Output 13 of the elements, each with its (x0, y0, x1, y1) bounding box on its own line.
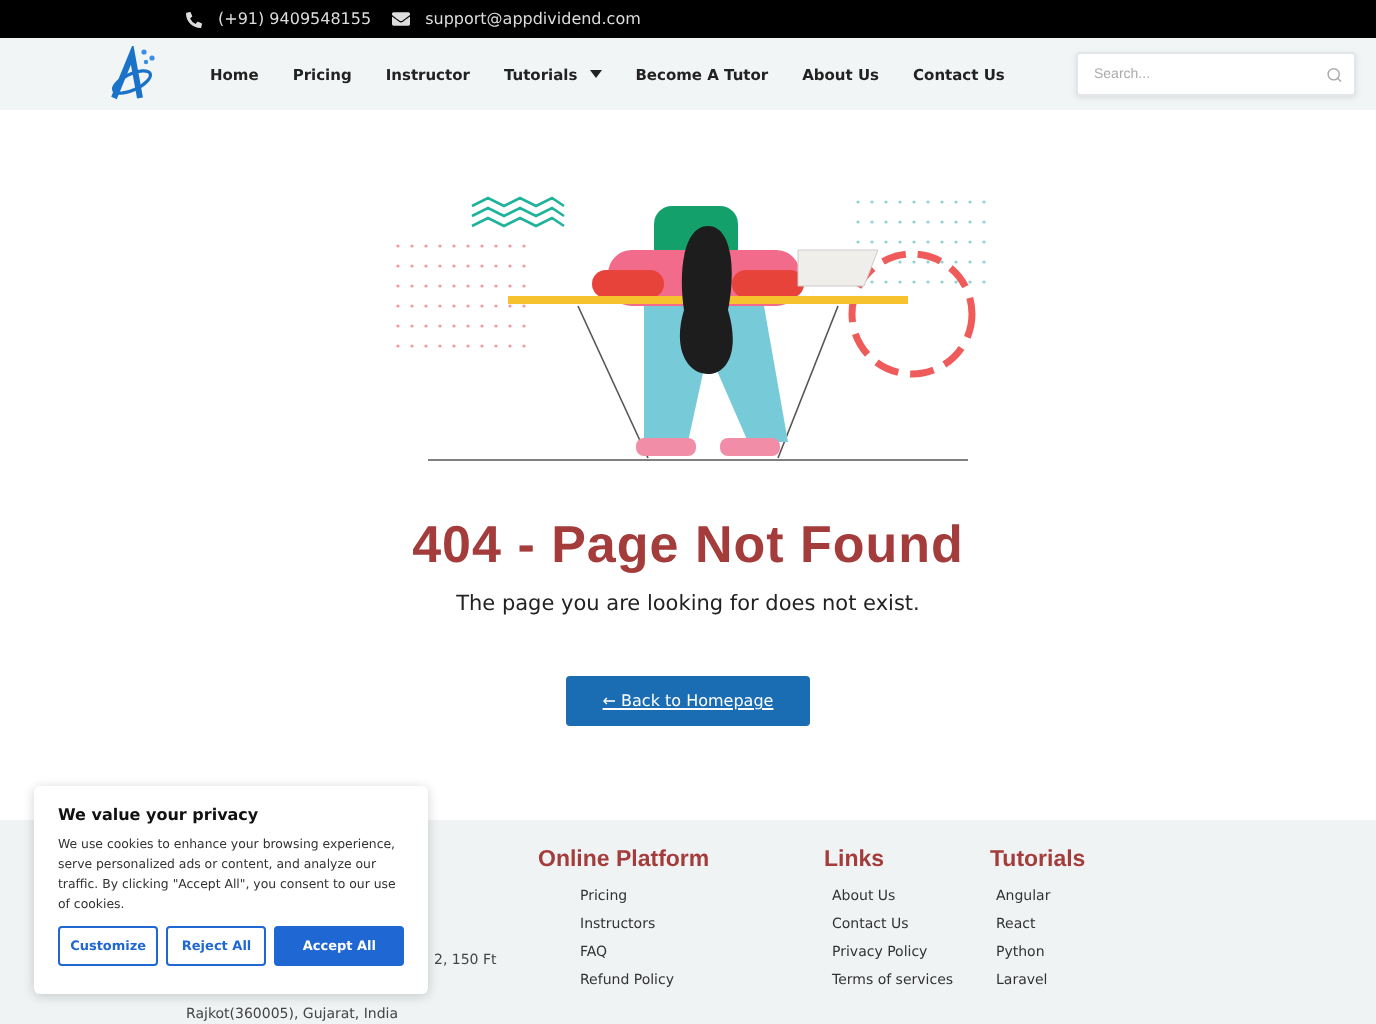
cookie-title: We value your privacy (58, 806, 261, 824)
back-home-button[interactable]: ← Back to Homepage (566, 676, 810, 727)
error-message: The page you are looking for does not exist. (456, 592, 920, 617)
footer-heading: Online Platform (538, 848, 712, 873)
footer-heading: Tutorials (990, 848, 1088, 873)
logo-icon[interactable] (108, 46, 156, 103)
phone-icon (186, 11, 202, 28)
email-icon (391, 10, 410, 29)
search-icon[interactable] (1325, 65, 1342, 84)
email-address: support@appdividend.com (425, 10, 641, 29)
error-title: 404 - Page Not Found (412, 514, 964, 577)
phone-number: (+91) 9409548155 (218, 10, 372, 29)
footer-heading: Links (824, 848, 887, 873)
